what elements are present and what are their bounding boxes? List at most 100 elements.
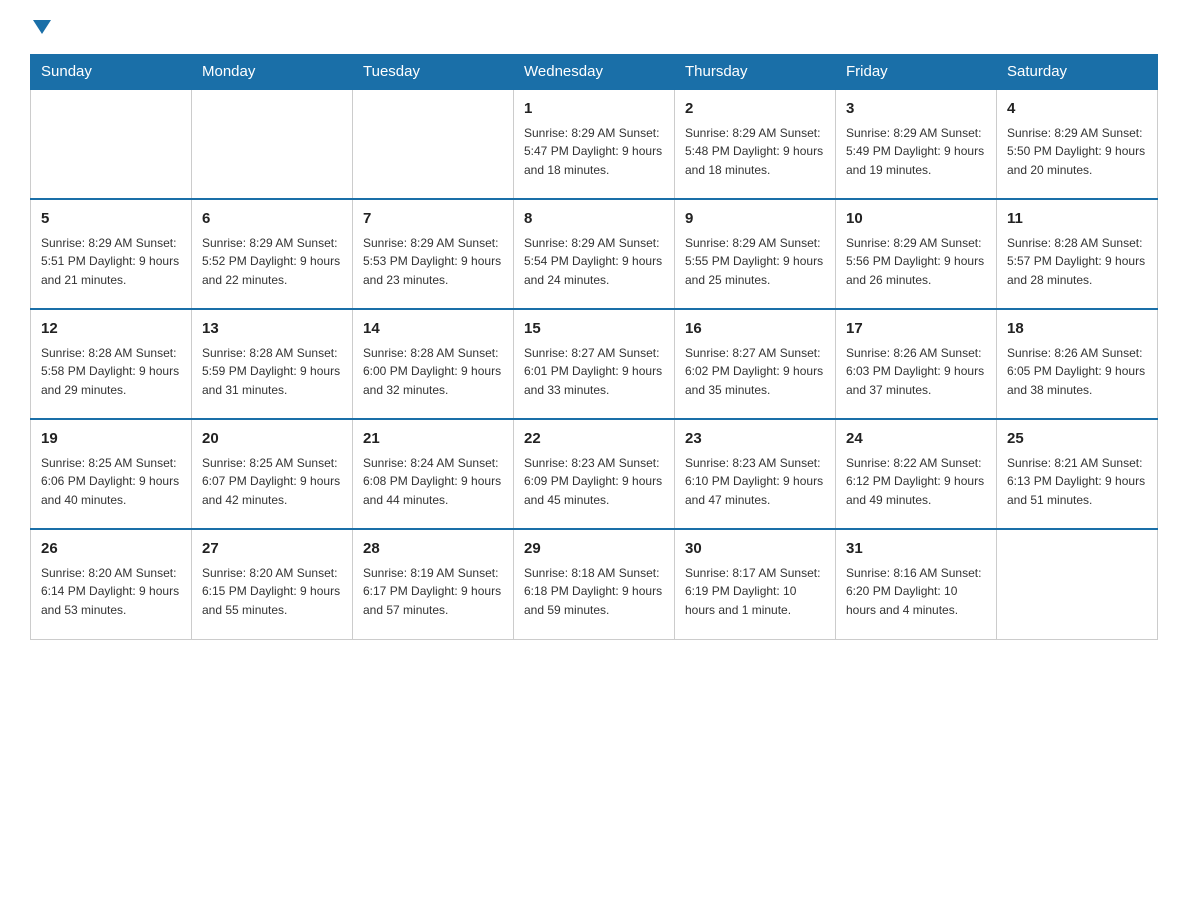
day-info: Sunrise: 8:21 AM Sunset: 6:13 PM Dayligh… [1007,454,1147,510]
day-info: Sunrise: 8:29 AM Sunset: 5:50 PM Dayligh… [1007,124,1147,180]
day-info: Sunrise: 8:28 AM Sunset: 5:59 PM Dayligh… [202,344,342,400]
table-row [31,89,192,199]
day-info: Sunrise: 8:16 AM Sunset: 6:20 PM Dayligh… [846,564,986,620]
table-row: 8 Sunrise: 8:29 AM Sunset: 5:54 PM Daylig… [514,199,675,309]
table-row: 16 Sunrise: 8:27 AM Sunset: 6:02 PM Dayli… [675,309,836,419]
table-row [997,529,1158,639]
table-row: 1 Sunrise: 8:29 AM Sunset: 5:47 PM Daylig… [514,89,675,199]
table-row: 6Sunrise: 8:29 AM Sunset: 5:52 PM Daylig… [192,199,353,309]
table-row: 3 Sunrise: 8:29 AM Sunset: 5:49 PM Daylig… [836,89,997,199]
day-info: Sunrise: 8:29 AM Sunset: 5:52 PM Dayligh… [202,234,342,290]
day-number: 4 [1007,98,1147,121]
day-info: Sunrise: 8:29 AM Sunset: 5:47 PM Dayligh… [524,124,664,180]
day-number: 9 [685,208,825,231]
table-row: 15 Sunrise: 8:27 AM Sunset: 6:01 PM Dayli… [514,309,675,419]
table-row: 7 Sunrise: 8:29 AM Sunset: 5:53 PM Daylig… [353,199,514,309]
calendar-week-5: 26 Sunrise: 8:20 AM Sunset: 6:14 PM Dayli… [31,529,1158,639]
day-info: Sunrise: 8:29 AM Sunset: 5:53 PM Dayligh… [363,234,503,290]
day-number: 31 [846,538,986,561]
table-row: 5 Sunrise: 8:29 AM Sunset: 5:51 PM Daylig… [31,199,192,309]
table-row: 14 Sunrise: 8:28 AM Sunset: 6:00 PM Dayli… [353,309,514,419]
calendar-week-2: 5 Sunrise: 8:29 AM Sunset: 5:51 PM Daylig… [31,199,1158,309]
col-header-sunday: Sunday [31,55,192,90]
calendar-week-1: 1 Sunrise: 8:29 AM Sunset: 5:47 PM Daylig… [31,89,1158,199]
table-row: 10 Sunrise: 8:29 AM Sunset: 5:56 PM Dayli… [836,199,997,309]
day-info: Sunrise: 8:29 AM Sunset: 5:49 PM Dayligh… [846,124,986,180]
day-number: 13 [202,318,342,341]
table-row: 25 Sunrise: 8:21 AM Sunset: 6:13 PM Dayli… [997,419,1158,529]
day-info: Sunrise: 8:28 AM Sunset: 6:00 PM Dayligh… [363,344,503,400]
day-info: Sunrise: 8:26 AM Sunset: 6:05 PM Dayligh… [1007,344,1147,400]
day-number: 1 [524,98,664,121]
day-number: 19 [41,428,181,451]
day-info: Sunrise: 8:26 AM Sunset: 6:03 PM Dayligh… [846,344,986,400]
day-info: Sunrise: 8:19 AM Sunset: 6:17 PM Dayligh… [363,564,503,620]
day-info: Sunrise: 8:27 AM Sunset: 6:02 PM Dayligh… [685,344,825,400]
day-info: Sunrise: 8:23 AM Sunset: 6:09 PM Dayligh… [524,454,664,510]
calendar-table: SundayMondayTuesdayWednesdayThursdayFrid… [30,54,1158,640]
day-info: Sunrise: 8:23 AM Sunset: 6:10 PM Dayligh… [685,454,825,510]
table-row: 21 Sunrise: 8:24 AM Sunset: 6:08 PM Dayli… [353,419,514,529]
table-row: 2 Sunrise: 8:29 AM Sunset: 5:48 PM Daylig… [675,89,836,199]
day-number: 18 [1007,318,1147,341]
day-info: Sunrise: 8:24 AM Sunset: 6:08 PM Dayligh… [363,454,503,510]
day-number: 20 [202,428,342,451]
table-row: 18 Sunrise: 8:26 AM Sunset: 6:05 PM Dayli… [997,309,1158,419]
table-row: 27Sunrise: 8:20 AM Sunset: 6:15 PM Dayli… [192,529,353,639]
day-info: Sunrise: 8:29 AM Sunset: 5:48 PM Dayligh… [685,124,825,180]
table-row: 12 Sunrise: 8:28 AM Sunset: 5:58 PM Dayli… [31,309,192,419]
table-row: 29 Sunrise: 8:18 AM Sunset: 6:18 PM Dayli… [514,529,675,639]
table-row: 19 Sunrise: 8:25 AM Sunset: 6:06 PM Dayli… [31,419,192,529]
day-number: 16 [685,318,825,341]
day-number: 25 [1007,428,1147,451]
day-info: Sunrise: 8:17 AM Sunset: 6:19 PM Dayligh… [685,564,825,620]
day-info: Sunrise: 8:28 AM Sunset: 5:57 PM Dayligh… [1007,234,1147,290]
day-info: Sunrise: 8:27 AM Sunset: 6:01 PM Dayligh… [524,344,664,400]
calendar-week-4: 19 Sunrise: 8:25 AM Sunset: 6:06 PM Dayli… [31,419,1158,529]
calendar-week-3: 12 Sunrise: 8:28 AM Sunset: 5:58 PM Dayli… [31,309,1158,419]
day-number: 30 [685,538,825,561]
day-info: Sunrise: 8:25 AM Sunset: 6:06 PM Dayligh… [41,454,181,510]
table-row [353,89,514,199]
day-number: 12 [41,318,181,341]
day-info: Sunrise: 8:28 AM Sunset: 5:58 PM Dayligh… [41,344,181,400]
day-info: Sunrise: 8:29 AM Sunset: 5:54 PM Dayligh… [524,234,664,290]
col-header-wednesday: Wednesday [514,55,675,90]
day-info: Sunrise: 8:20 AM Sunset: 6:14 PM Dayligh… [41,564,181,620]
logo [30,20,51,34]
day-info: Sunrise: 8:29 AM Sunset: 5:56 PM Dayligh… [846,234,986,290]
table-row: 24Sunrise: 8:22 AM Sunset: 6:12 PM Dayli… [836,419,997,529]
day-number: 21 [363,428,503,451]
page-header [30,20,1158,34]
calendar-header-row: SundayMondayTuesdayWednesdayThursdayFrid… [31,55,1158,90]
day-number: 29 [524,538,664,561]
day-number: 17 [846,318,986,341]
day-number: 23 [685,428,825,451]
day-info: Sunrise: 8:18 AM Sunset: 6:18 PM Dayligh… [524,564,664,620]
table-row: 31 Sunrise: 8:16 AM Sunset: 6:20 PM Dayli… [836,529,997,639]
calendar-body: 1 Sunrise: 8:29 AM Sunset: 5:47 PM Daylig… [31,89,1158,639]
table-row: 30 Sunrise: 8:17 AM Sunset: 6:19 PM Dayli… [675,529,836,639]
day-number: 26 [41,538,181,561]
table-row: 28Sunrise: 8:19 AM Sunset: 6:17 PM Dayli… [353,529,514,639]
day-number: 5 [41,208,181,231]
day-info: Sunrise: 8:29 AM Sunset: 5:55 PM Dayligh… [685,234,825,290]
table-row: 4 Sunrise: 8:29 AM Sunset: 5:50 PM Daylig… [997,89,1158,199]
day-info: Sunrise: 8:22 AM Sunset: 6:12 PM Dayligh… [846,454,986,510]
col-header-friday: Friday [836,55,997,90]
table-row: 11Sunrise: 8:28 AM Sunset: 5:57 PM Dayli… [997,199,1158,309]
day-number: 14 [363,318,503,341]
day-number: 2 [685,98,825,121]
table-row: 9 Sunrise: 8:29 AM Sunset: 5:55 PM Daylig… [675,199,836,309]
day-info: Sunrise: 8:29 AM Sunset: 5:51 PM Dayligh… [41,234,181,290]
day-number: 8 [524,208,664,231]
day-number: 15 [524,318,664,341]
day-number: 3 [846,98,986,121]
table-row: 17 Sunrise: 8:26 AM Sunset: 6:03 PM Dayli… [836,309,997,419]
day-number: 10 [846,208,986,231]
day-number: 7 [363,208,503,231]
col-header-monday: Monday [192,55,353,90]
logo-triangle-icon [33,20,51,34]
col-header-saturday: Saturday [997,55,1158,90]
table-row: 13 Sunrise: 8:28 AM Sunset: 5:59 PM Dayli… [192,309,353,419]
